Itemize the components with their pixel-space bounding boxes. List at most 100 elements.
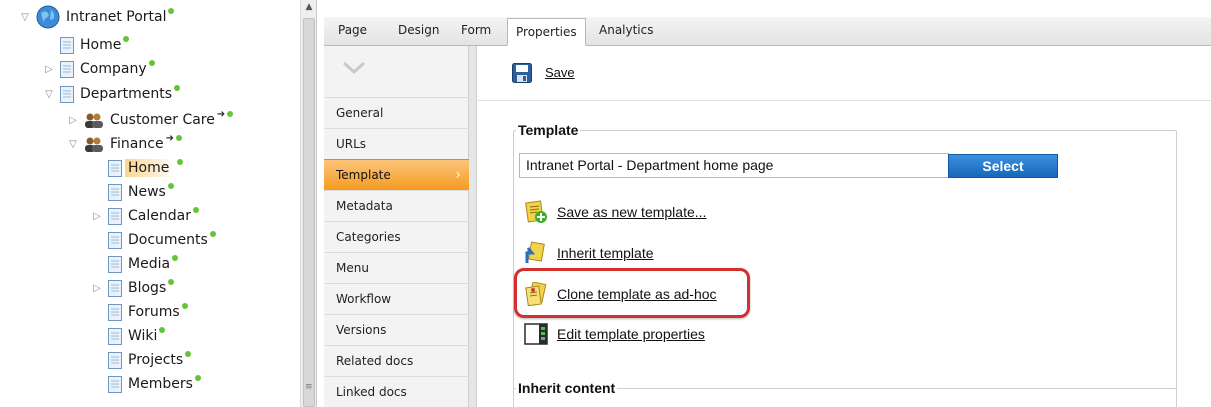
save-as-new-template-action[interactable]: Save as new template...: [524, 200, 706, 224]
tree-node[interactable]: Media: [90, 252, 179, 276]
chevron-right-icon: ›: [455, 167, 461, 183]
vtab-related-docs[interactable]: Related docs: [324, 345, 469, 376]
collapse-toggle-icon[interactable]: ▷: [90, 209, 104, 223]
published-status-dot-icon: [209, 231, 216, 237]
tree-node[interactable]: News: [90, 180, 174, 204]
properties-vertical-tabs: General URLs Template › Metadata Categori…: [324, 46, 469, 407]
page-icon: [108, 375, 122, 393]
vtab-workflow[interactable]: Workflow: [324, 283, 469, 314]
save-toolbar: Save: [478, 46, 1211, 101]
tree-node[interactable]: Home: [90, 156, 184, 180]
save-template-icon: [525, 200, 547, 223]
tree-node-label: Home: [80, 37, 122, 53]
inherit-template-action[interactable]: Inherit template: [524, 241, 654, 265]
inherit-content-legend: Inherit content: [518, 380, 616, 396]
scroll-up-arrow-icon[interactable]: ▲: [302, 2, 316, 18]
tree-node-label: Members: [128, 376, 193, 392]
tree-node-label: Blogs: [128, 280, 167, 296]
vtab-metadata[interactable]: Metadata: [324, 190, 469, 221]
published-status-dot-icon: [194, 375, 201, 381]
edit-template-properties-action[interactable]: Edit template properties: [524, 322, 705, 346]
inherit-content-fieldset: Inherit content: [513, 380, 1177, 407]
vtab-linked-docs[interactable]: Linked docs: [324, 376, 469, 407]
vtab-label: Linked docs: [336, 385, 407, 399]
tree-scrollbar[interactable]: ▲ ≡: [300, 0, 317, 407]
tree-node-label: Projects: [128, 352, 184, 368]
tab-analytics[interactable]: Analytics: [599, 23, 654, 37]
vtab-label: Workflow: [336, 292, 392, 306]
published-status-dot-icon: [123, 36, 130, 42]
published-status-dot-icon: [185, 351, 192, 357]
tree-node[interactable]: Wiki: [90, 324, 166, 348]
tree-node[interactable]: ▷ Calendar: [90, 204, 199, 228]
expand-toggle-icon[interactable]: ▽: [42, 87, 56, 101]
tree-node-label: Documents: [128, 232, 208, 248]
collapse-toggle-icon[interactable]: ▷: [42, 62, 56, 76]
tab-form[interactable]: Form: [461, 23, 491, 37]
tree-node-label: Company: [80, 61, 147, 77]
floppy-disk-icon[interactable]: [512, 63, 532, 83]
page-icon: [60, 85, 74, 103]
content-tree: ▽ Intranet Portal Home ▷ Company ▽ Departments…: [0, 0, 300, 407]
tree-node[interactable]: Documents: [90, 228, 216, 252]
tree-node-label: Media: [128, 256, 171, 272]
collapse-toggle-icon[interactable]: ▷: [66, 113, 80, 127]
scrollbar-thumb[interactable]: [303, 18, 315, 407]
tree-node[interactable]: ▽ Finance ➜: [66, 132, 182, 156]
globe-icon: [36, 5, 60, 29]
published-status-dot-icon: [174, 85, 181, 91]
published-status-dot-icon: [181, 303, 188, 309]
page-icon: [108, 207, 122, 225]
tree-node[interactable]: Projects: [90, 348, 192, 372]
tree-node-label: Intranet Portal: [66, 9, 167, 25]
template-properties-icon: [524, 323, 548, 345]
tree-node[interactable]: ▷ Company: [42, 57, 155, 81]
panel-splitter[interactable]: [469, 46, 477, 407]
save-as-new-template-link: Save as new template...: [557, 204, 707, 220]
people-icon: [85, 137, 103, 152]
vtab-general[interactable]: General: [324, 97, 469, 128]
page-icon: [60, 36, 74, 54]
edit-template-properties-link: Edit template properties: [557, 326, 705, 342]
tree-node[interactable]: ▽ Departments: [42, 82, 181, 106]
vtab-versions[interactable]: Versions: [324, 314, 469, 345]
tab-design[interactable]: Design: [398, 23, 439, 37]
tree-node[interactable]: Forums: [90, 300, 188, 324]
tab-page[interactable]: Page: [338, 23, 367, 37]
vtab-label: Metadata: [336, 199, 393, 213]
main-tab-bar: Page Design Form Properties Analytics: [324, 17, 1211, 46]
tree-node-label: Customer Care: [110, 112, 215, 128]
vtab-categories[interactable]: Categories: [324, 221, 469, 252]
collapse-chevron-icon[interactable]: [342, 60, 366, 76]
page-icon: [108, 159, 122, 177]
tree-node[interactable]: Home: [42, 33, 130, 57]
published-status-dot-icon: [177, 159, 184, 165]
published-status-dot-icon: [192, 207, 199, 213]
expand-toggle-icon[interactable]: ▽: [66, 137, 80, 151]
template-name-field[interactable]: Intranet Portal - Department home page: [519, 153, 949, 178]
page-icon: [108, 279, 122, 297]
vtab-menu[interactable]: Menu: [324, 252, 469, 283]
published-status-dot-icon: [227, 111, 234, 117]
tree-node-label: News: [128, 184, 166, 200]
tree-node[interactable]: ▷ Blogs: [90, 276, 175, 300]
tree-node[interactable]: Members: [90, 372, 201, 396]
vtab-template[interactable]: Template ›: [324, 159, 469, 190]
vtab-label: General: [336, 106, 384, 120]
collapse-toggle-icon[interactable]: ▷: [90, 281, 104, 295]
vtab-label: Template: [336, 168, 391, 182]
tree-node[interactable]: ▷ Customer Care ➜: [66, 108, 234, 132]
tree-node-label: Finance: [110, 136, 164, 152]
save-button[interactable]: Save: [545, 65, 575, 80]
select-template-button[interactable]: Select: [948, 154, 1058, 178]
tree-node[interactable]: ▽ Intranet Portal: [18, 5, 175, 29]
page-icon: [108, 351, 122, 369]
tab-properties[interactable]: Properties: [507, 18, 586, 46]
vtab-label: Related docs: [336, 354, 414, 368]
vtab-urls[interactable]: URLs: [324, 128, 469, 159]
expand-toggle-icon[interactable]: ▽: [18, 10, 32, 24]
tree-node-label: Wiki: [128, 328, 158, 344]
link-arrow-icon: ➜: [165, 132, 174, 144]
page-icon: [108, 303, 122, 321]
published-status-dot-icon: [172, 255, 179, 261]
